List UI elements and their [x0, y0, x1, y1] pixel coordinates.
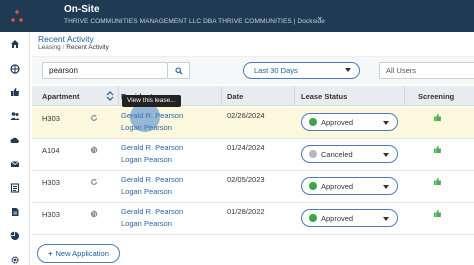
column-header-apartment[interactable]: Apartment — [42, 92, 80, 101]
chevron-down-icon — [383, 185, 389, 189]
sidebar-item-settings[interactable] — [0, 250, 30, 265]
users-select[interactable]: All Users — [379, 62, 474, 79]
globe-icon — [90, 210, 98, 218]
column-header-screening[interactable]: Screening — [418, 92, 454, 101]
new-application-button[interactable]: + New Application — [37, 244, 120, 263]
apartment-cell: H303 — [42, 210, 60, 219]
new-application-label: New Application — [55, 249, 109, 258]
sidebar — [0, 32, 30, 265]
thumbs-up-icon[interactable] — [433, 177, 442, 186]
apartment-cell: H303 — [42, 114, 60, 123]
refresh-icon — [91, 114, 97, 121]
sidebar-item-users[interactable] — [0, 106, 30, 126]
logo-icon — [11, 10, 23, 22]
chevron-down-icon[interactable]: ⌄ — [316, 11, 324, 22]
lease-status-label: Approved — [321, 118, 354, 127]
company-name[interactable]: THRIVE COMMUNITIES MANAGEMENT LLC DBA TH… — [64, 18, 325, 25]
sort-icon[interactable] — [106, 91, 114, 101]
date-cell: 02/26/2024 — [227, 111, 265, 120]
search-icon — [174, 66, 183, 75]
app-name: On-Site — [64, 4, 100, 15]
sidebar-item-cloud[interactable] — [0, 130, 30, 150]
column-header-lease-status[interactable]: Lease Status — [301, 92, 347, 101]
plus-icon: + — [48, 249, 53, 258]
lease-status-select[interactable]: Canceled — [301, 145, 398, 163]
column-divider — [118, 86, 119, 106]
resident-link[interactable]: Gerald R. Pearson — [121, 207, 183, 216]
globe-icon — [10, 64, 20, 74]
users-select-label: All Users — [386, 66, 417, 75]
tooltip: View this lease... — [122, 95, 181, 107]
thumbs-up-icon[interactable] — [433, 113, 442, 122]
column-divider — [221, 86, 222, 106]
chevron-down-icon — [383, 121, 389, 125]
date-range-select[interactable]: Last 30 Days — [243, 62, 360, 79]
date-cell: 01/24/2024 — [227, 143, 265, 152]
sidebar-item-document[interactable] — [0, 202, 30, 222]
cloud-icon — [10, 137, 19, 143]
resident-link[interactable]: Gerald R. Pearson — [121, 175, 183, 184]
date-range-label: Last 30 Days — [254, 66, 298, 75]
lease-status-select[interactable]: Approved — [301, 209, 398, 227]
column-divider — [404, 86, 405, 106]
globe-icon — [90, 146, 98, 154]
table-row[interactable]: H303 Gerald R. Pearson Logan Pearson 02/… — [32, 107, 474, 139]
envelope-icon — [10, 161, 20, 167]
date-cell: 01/28/2022 — [227, 207, 265, 216]
resident-link[interactable]: Logan Pearson — [121, 187, 172, 196]
chevron-down-icon — [383, 153, 389, 157]
breadcrumb-separator: / — [62, 44, 65, 51]
search-input[interactable] — [42, 62, 168, 79]
sidebar-item-home[interactable] — [0, 34, 30, 54]
column-divider — [294, 86, 295, 106]
top-header: On-Site THRIVE COMMUNITIES MANAGEMENT LL… — [0, 0, 474, 32]
resident-link[interactable]: Logan Pearson — [121, 219, 172, 228]
lease-status-label: Approved — [321, 182, 354, 191]
app-logo[interactable] — [4, 0, 30, 32]
check-circle-icon — [309, 182, 317, 190]
apartment-cell: A104 — [42, 146, 60, 155]
table-row[interactable]: H303 Gerald R. Pearson Logan Pearson 02/… — [32, 171, 474, 203]
sidebar-item-list[interactable] — [0, 178, 30, 198]
sidebar-item-thumbs-up[interactable] — [0, 82, 30, 102]
chevron-down-icon — [345, 68, 351, 72]
list-icon — [10, 183, 20, 193]
column-header-date[interactable]: Date — [227, 92, 243, 101]
check-circle-icon — [309, 214, 317, 222]
sidebar-item-mail[interactable] — [0, 154, 30, 174]
thumbs-up-icon[interactable] — [433, 145, 442, 154]
page-title: Recent Activity — [38, 34, 94, 44]
sidebar-item-reports[interactable] — [0, 226, 30, 246]
table-row[interactable]: H303 Gerald R. Pearson Logan Pearson 01/… — [32, 203, 474, 235]
chevron-down-icon — [383, 217, 389, 221]
table-header: Apartment Residents Date Lease Status Sc… — [32, 86, 474, 106]
breadcrumb: Leasing / Recent Activity — [38, 44, 109, 51]
lease-status-select[interactable]: Approved — [301, 177, 398, 195]
minus-circle-icon — [309, 150, 317, 158]
filter-bar: Last 30 Days All Users — [32, 56, 474, 84]
lease-status-select[interactable]: Approved — [301, 113, 398, 131]
resident-link[interactable]: Gerald R. Pearson — [121, 143, 183, 152]
thumbs-up-icon — [11, 88, 19, 96]
lease-status-label: Canceled — [321, 150, 353, 159]
home-icon — [11, 40, 19, 48]
gear-icon — [11, 256, 19, 264]
date-cell: 02/05/2023 — [227, 175, 265, 184]
resident-link[interactable]: Logan Pearson — [121, 155, 172, 164]
document-icon — [12, 208, 19, 216]
users-icon — [10, 112, 20, 120]
table-row[interactable]: A104 Gerald R. Pearson Logan Pearson 01/… — [32, 139, 474, 171]
check-circle-icon — [309, 118, 317, 126]
breadcrumb-current: Recent Activity — [66, 44, 109, 51]
sidebar-item-globe[interactable] — [0, 59, 30, 79]
lease-status-label: Approved — [321, 214, 354, 223]
search-button[interactable] — [168, 62, 190, 79]
pie-chart-icon — [10, 231, 19, 240]
refresh-icon — [91, 178, 97, 185]
thumbs-up-icon[interactable] — [433, 209, 442, 218]
breadcrumb-leasing-link[interactable]: Leasing — [38, 44, 61, 51]
apartment-cell: H303 — [42, 178, 60, 187]
